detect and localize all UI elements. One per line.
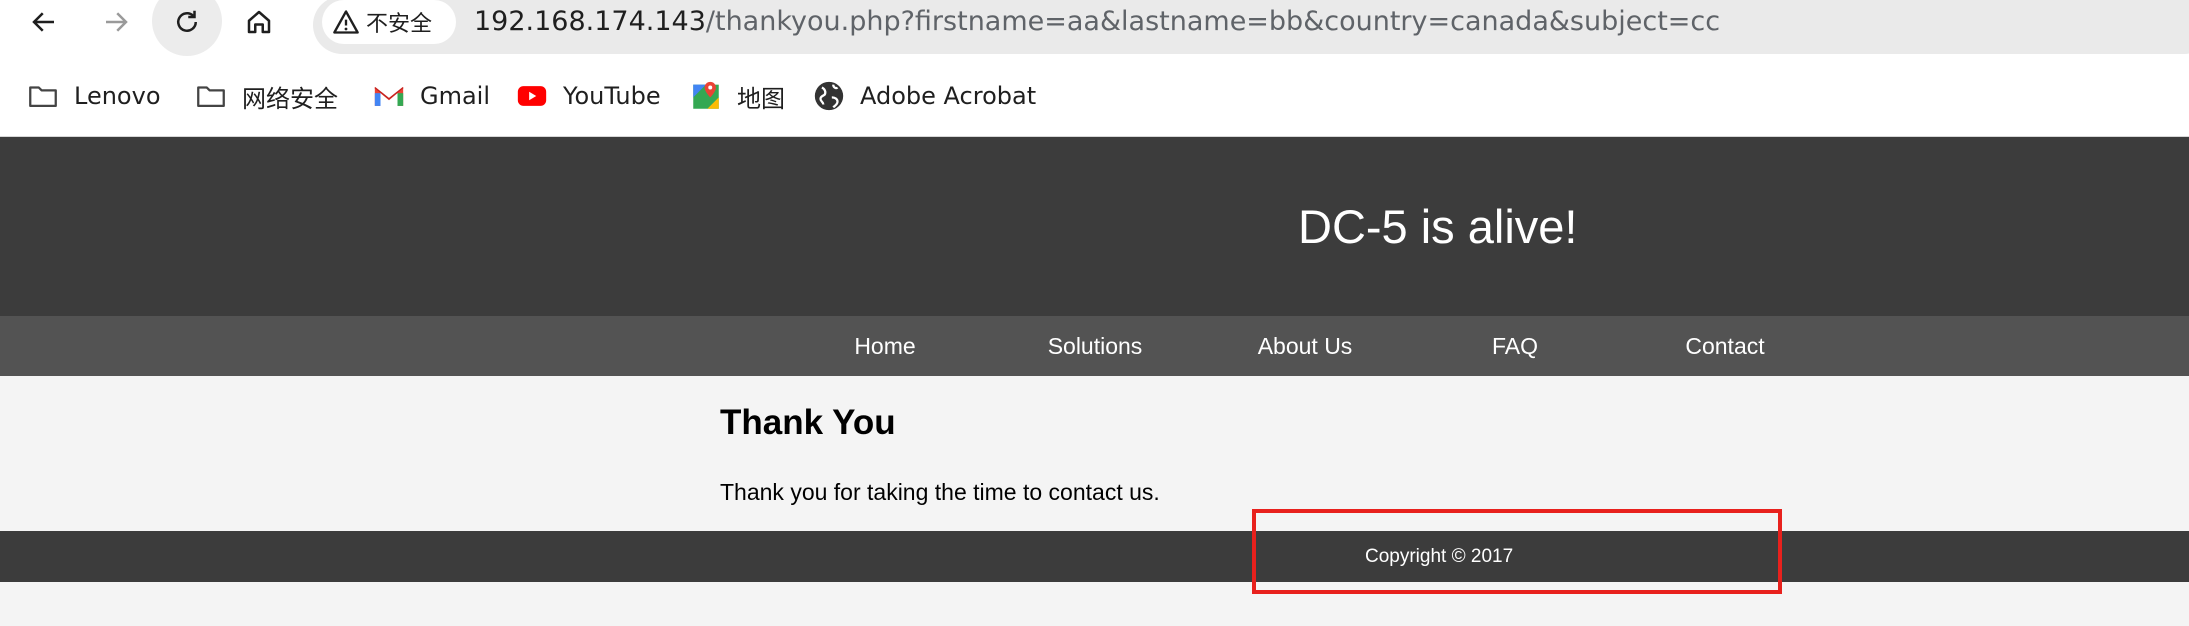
reload-button[interactable] [153,0,221,44]
main-content: Thank You Thank you for taking the time … [0,376,2189,531]
bookmark-label: Lenovo [74,82,161,110]
reload-icon [177,10,197,32]
warning-icon [333,10,359,34]
home-icon [247,10,271,34]
page-heading: Thank You [720,403,896,442]
bookmark-gmail[interactable]: Gmail [372,56,490,136]
url-path: /thankyou.php?firstname=aa&lastname=bb&c… [705,6,1721,37]
bookmarks-bar: Lenovo 网络安全 Gmail YouTube 地图 Adobe Acrob… [0,56,2189,137]
nav-link-contact[interactable]: Contact [1685,316,1764,376]
bookmark-network-security[interactable]: 网络安全 [194,56,338,136]
folder-icon [29,86,57,108]
arrow-right-icon [106,12,128,32]
back-button[interactable] [10,0,78,44]
folder-icon [197,86,225,108]
bookmark-label: Adobe Acrobat [860,82,1037,110]
forward-button[interactable] [82,0,150,44]
annotation-highlight-box [1252,509,1782,594]
gmail-icon [374,86,404,106]
arrow-left-icon [32,12,54,32]
site-header: DC-5 is alive! [0,137,2189,316]
site-nav: Home Solutions About Us FAQ Contact [0,316,2189,376]
bookmark-youtube[interactable]: YouTube [515,56,661,136]
nav-link-about-us[interactable]: About Us [1258,316,1353,376]
bookmark-maps[interactable]: 地图 [689,56,785,136]
security-indicator[interactable]: 不安全 [322,0,456,44]
security-label: 不安全 [366,12,433,37]
home-button[interactable] [225,0,293,44]
bookmark-label: Gmail [420,82,491,110]
bookmark-adobe-acrobat[interactable]: Adobe Acrobat [812,56,1036,136]
site-title: DC-5 is alive! [1298,200,1578,253]
bookmark-lenovo[interactable]: Lenovo [26,56,161,136]
url-text[interactable]: 192.168.174.143/thankyou.php?firstname=a… [474,2,1720,42]
browser-toolbar: 不安全 192.168.174.143/thankyou.php?firstna… [0,0,2189,56]
nav-link-solutions[interactable]: Solutions [1048,316,1143,376]
bookmark-label: 地图 [737,84,785,113]
youtube-icon [517,86,547,106]
site-footer: Copyright © 2017 [0,531,2189,582]
bookmark-label: 网络安全 [242,84,338,113]
thank-you-message: Thank you for taking the time to contact… [720,479,1160,505]
globe-icon [814,81,844,111]
nav-link-faq[interactable]: FAQ [1492,316,1538,376]
bookmark-label: YouTube [563,82,661,110]
nav-link-home[interactable]: Home [854,316,915,376]
maps-icon [693,81,719,109]
url-host: 192.168.174.143 [474,6,706,37]
